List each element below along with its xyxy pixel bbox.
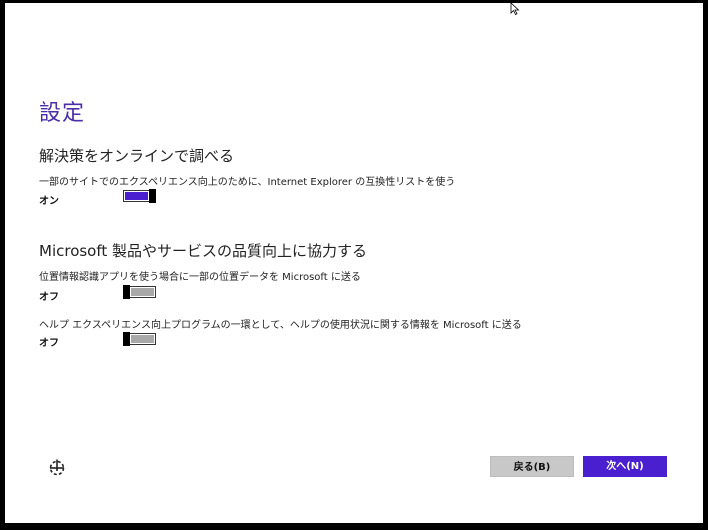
ie-compat-list-description: 一部のサイトでのエクスペリエンス向上のために、Internet Explorer… <box>39 177 456 188</box>
section-heading-online-solutions: 解決策をオンラインで調べる <box>39 147 235 165</box>
help-improvement-state: オフ <box>39 338 59 349</box>
ie-compat-list-state: オン <box>39 196 59 207</box>
location-data-description: 位置情報認識アプリを使う場合に一部の位置データを Microsoft に送る <box>39 272 361 283</box>
help-improvement-description: ヘルプ エクスペリエンス向上プログラムの一環として、ヘルプの使用状況に関する情報… <box>39 320 522 331</box>
location-data-toggle[interactable] <box>123 285 156 299</box>
toggle-thumb[interactable] <box>123 285 130 299</box>
location-data-state: オフ <box>39 292 59 303</box>
toggle-fill <box>125 192 148 200</box>
back-button[interactable]: 戻る(B) <box>490 456 574 477</box>
toggle-fill <box>131 288 154 296</box>
section-heading-product-improvement: Microsoft 製品やサービスの品質向上に協力する <box>39 242 368 260</box>
toggle-thumb[interactable] <box>149 189 156 203</box>
toggle-thumb[interactable] <box>123 332 130 346</box>
page-title: 設定 <box>39 101 86 126</box>
help-improvement-toggle[interactable] <box>123 332 156 346</box>
mouse-cursor-icon <box>510 3 520 15</box>
ie-compat-list-toggle[interactable] <box>123 189 156 203</box>
toggle-fill <box>131 335 154 343</box>
settings-screen: 設定 解決策をオンラインで調べる 一部のサイトでのエクスペリエンス向上のために、… <box>5 3 703 523</box>
ease-of-access-icon[interactable] <box>47 458 67 478</box>
next-button[interactable]: 次へ(N) <box>583 456 667 477</box>
